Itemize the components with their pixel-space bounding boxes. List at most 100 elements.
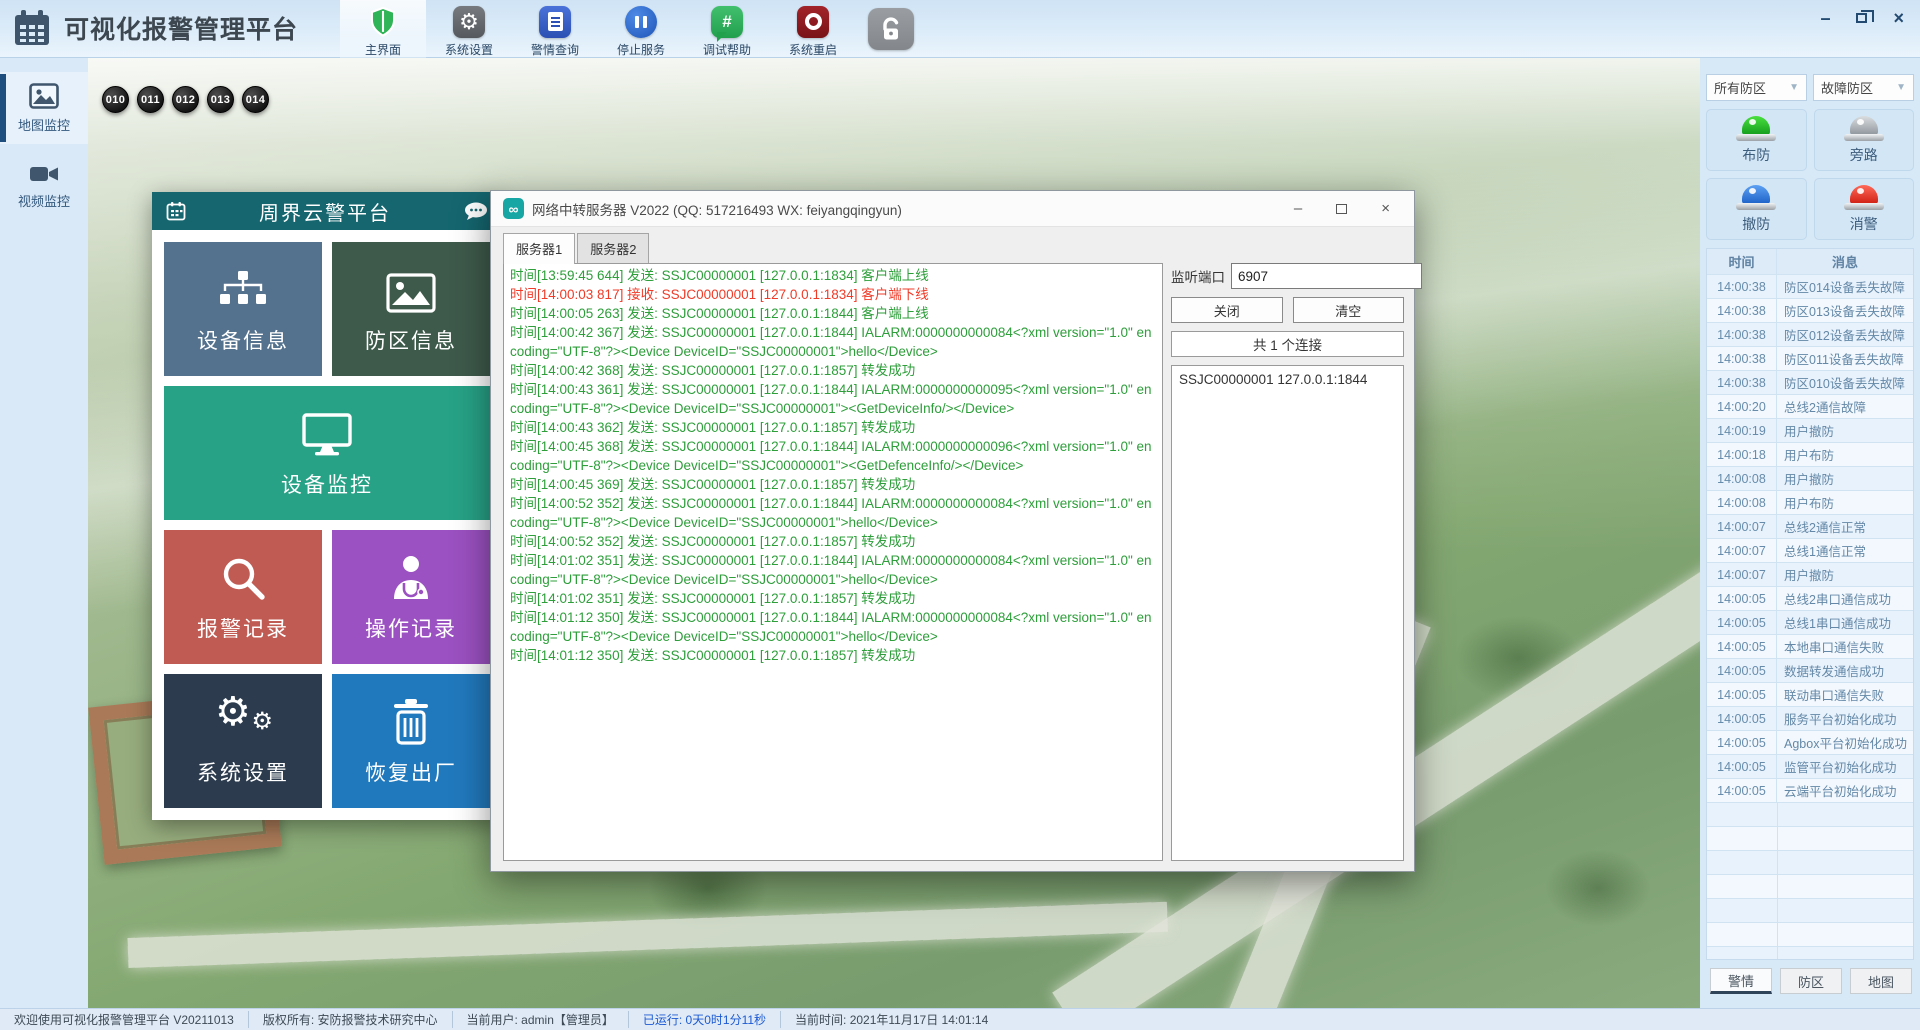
table-row[interactable]: 14:00:05 数据转发通信成功	[1707, 659, 1913, 683]
event-message: 用户布防	[1784, 449, 1835, 463]
log-line: 时间[14:01:12 350] 发送: SSJC00000001 [127.0…	[510, 648, 916, 663]
event-message: 服务平台初始化成功	[1784, 713, 1897, 727]
tile-factory-reset[interactable]: 恢复出厂	[332, 674, 490, 808]
action-label: 撤防	[1742, 215, 1771, 232]
tab-server1[interactable]: 服务器1	[503, 233, 576, 264]
toolbar-item-stop-service[interactable]: 停止服务	[598, 0, 684, 58]
toolbar-item-lock[interactable]	[856, 0, 926, 58]
table-row[interactable]: 14:00:05 联动串口通信失败	[1707, 683, 1913, 707]
zone-marker[interactable]: 014	[242, 86, 269, 113]
unlock-icon	[868, 8, 914, 50]
zone-marker[interactable]: 013	[207, 86, 234, 113]
table-row[interactable]: 14:00:38 防区012设备丢失故障	[1707, 323, 1913, 347]
tab-alarms[interactable]: 警情	[1710, 968, 1772, 994]
column-header-message: 消息	[1831, 255, 1858, 270]
table-row[interactable]: 14:00:18 用户布防	[1707, 443, 1913, 467]
all-zones-select[interactable]: 所有防区 ▼	[1706, 74, 1807, 101]
magnifier-icon	[220, 551, 266, 601]
tab-map[interactable]: 地图	[1850, 968, 1912, 994]
fault-zones-select[interactable]: 故障防区 ▼	[1813, 74, 1914, 101]
toolbar-item-label: 停止服务	[616, 43, 665, 57]
bypass-button[interactable]: 旁路	[1813, 109, 1914, 171]
gears-icon: ⚙ ⚙	[215, 690, 273, 735]
event-message: 用户撤防	[1784, 473, 1835, 487]
toolbar-item-alarm-query[interactable]: 警情查询	[512, 0, 598, 58]
clear-alarm-button[interactable]: 消警	[1813, 178, 1914, 240]
window-close-button[interactable]: ×	[1893, 9, 1904, 27]
connection-list-item[interactable]: SSJC00000001 127.0.0.1:1844	[1174, 370, 1401, 389]
table-row[interactable]: 14:00:20 总线2通信故障	[1707, 395, 1913, 419]
window-restore-button[interactable]	[1856, 10, 1875, 23]
event-message: 用户布防	[1784, 497, 1835, 511]
table-row[interactable]: 14:00:08 用户撤防	[1707, 467, 1913, 491]
table-row[interactable]: 14:00:05 服务平台初始化成功	[1707, 707, 1913, 731]
log-line: 时间[14:00:52 352] 发送: SSJC00000001 [127.0…	[510, 496, 1152, 530]
tile-alarm-records[interactable]: 报警记录	[164, 530, 322, 664]
tile-operation-records[interactable]: 操作记录	[332, 530, 490, 664]
zone-marker[interactable]: 011	[137, 86, 164, 113]
sidebar-item-map-monitor[interactable]: 地图监控	[0, 72, 88, 144]
table-row[interactable]: 14:00:05 监管平台初始化成功	[1707, 755, 1913, 779]
table-row[interactable]: 14:00:05 总线1串口通信成功	[1707, 611, 1913, 635]
chat-dots-icon[interactable]	[464, 202, 488, 221]
window-controls: – ×	[1820, 9, 1904, 27]
table-row[interactable]: 14:00:07 总线2通信正常	[1707, 515, 1913, 539]
listen-port-input[interactable]	[1231, 263, 1422, 289]
user-doctor-icon	[388, 551, 434, 601]
event-time: 14:00:38	[1707, 347, 1777, 370]
close-server-button[interactable]: 关闭	[1171, 297, 1283, 323]
zone-marker[interactable]: 010	[102, 86, 129, 113]
tab-server2[interactable]: 服务器2	[577, 233, 650, 263]
zone-marker[interactable]: 012	[172, 86, 199, 113]
table-row[interactable]: 14:00:05 云端平台初始化成功	[1707, 779, 1913, 803]
tile-zone-info[interactable]: 防区信息	[332, 242, 490, 376]
dialog-content: 时间[13:59:45 644] 发送: SSJC00000001 [127.0…	[491, 263, 1422, 871]
dialog-minimize-button[interactable]: –	[1294, 200, 1302, 217]
tile-device-info[interactable]: 设备信息	[164, 242, 322, 376]
tile-system-settings[interactable]: ⚙ ⚙ 系统设置	[164, 674, 322, 808]
toolbar-item-system-restart[interactable]: 系统重启	[770, 0, 856, 58]
table-row[interactable]: 14:00:19 用户撤防	[1707, 419, 1913, 443]
left-sidebar: 地图监控 视频监控	[0, 58, 88, 1008]
launcher-panel: 周界云警平台 设备信息 防区信息 设备监控 报警记录 操作记录 ⚙ ⚙ 系统设置…	[152, 192, 502, 820]
event-table-empty-rows	[1707, 803, 1913, 959]
dialog-maximize-button[interactable]	[1336, 203, 1348, 214]
table-row[interactable]: 14:00:38 防区014设备丢失故障	[1707, 275, 1913, 299]
tile-label: 系统设置	[197, 762, 289, 785]
event-time: 14:00:05	[1707, 779, 1777, 802]
log-line: 时间[14:00:43 361] 发送: SSJC00000001 [127.0…	[510, 382, 1152, 416]
toolbar-item-system-settings[interactable]: ⚙ 系统设置	[426, 0, 512, 58]
dialog-close-button[interactable]: ×	[1381, 200, 1390, 217]
action-label: 旁路	[1849, 146, 1878, 163]
app-titlebar: 可视化报警管理平台 主界面 ⚙ 系统设置 警情查询 停止服务 # 调试帮助 系统…	[0, 0, 1920, 58]
table-row[interactable]: 14:00:38 防区010设备丢失故障	[1707, 371, 1913, 395]
window-minimize-button[interactable]: –	[1820, 9, 1830, 27]
event-time: 14:00:07	[1707, 539, 1777, 562]
dialog-title: 网络中转服务器 V2022 (QQ: 517216493 WX: feiyang…	[532, 202, 902, 218]
tab-zones[interactable]: 防区	[1780, 968, 1842, 994]
table-row[interactable]: 14:00:05 本地串口通信失败	[1707, 635, 1913, 659]
dialog-titlebar[interactable]: ∞ 网络中转服务器 V2022 (QQ: 517216493 WX: feiya…	[491, 191, 1414, 227]
arm-button[interactable]: 布防	[1706, 109, 1807, 171]
server-log-output[interactable]: 时间[13:59:45 644] 发送: SSJC00000001 [127.0…	[503, 263, 1163, 861]
status-segment: 版权所有: 安防报警技术研究中心	[247, 1011, 452, 1028]
dialog-tabs: 服务器1 服务器2	[491, 227, 1414, 264]
table-row[interactable]: 14:00:38 防区011设备丢失故障	[1707, 347, 1913, 371]
connection-list[interactable]: SSJC00000001 127.0.0.1:1844	[1171, 365, 1404, 861]
connection-count-label: 共 1 个连接	[1171, 331, 1404, 357]
clear-log-button[interactable]: 清空	[1292, 297, 1404, 323]
toolbar-item-debug-help[interactable]: # 调试帮助	[684, 0, 770, 58]
relay-server-dialog: ∞ 网络中转服务器 V2022 (QQ: 517216493 WX: feiya…	[490, 190, 1422, 872]
table-row[interactable]: 14:00:38 防区013设备丢失故障	[1707, 299, 1913, 323]
disarm-button[interactable]: 撤防	[1706, 178, 1807, 240]
table-row[interactable]: 14:00:08 用户布防	[1707, 491, 1913, 515]
table-row[interactable]: 14:00:05 总线2串口通信成功	[1707, 587, 1913, 611]
tile-device-monitor[interactable]: 设备监控	[164, 386, 490, 520]
sidebar-item-video-monitor[interactable]: 视频监控	[0, 150, 88, 222]
event-time: 14:00:07	[1707, 515, 1777, 538]
map-image-icon	[29, 82, 59, 109]
table-row[interactable]: 14:00:07 总线1通信正常	[1707, 539, 1913, 563]
table-row[interactable]: 14:00:07 用户撤防	[1707, 563, 1913, 587]
toolbar-item-home[interactable]: 主界面	[340, 0, 426, 58]
table-row[interactable]: 14:00:05 Agbox平台初始化成功	[1707, 731, 1913, 755]
